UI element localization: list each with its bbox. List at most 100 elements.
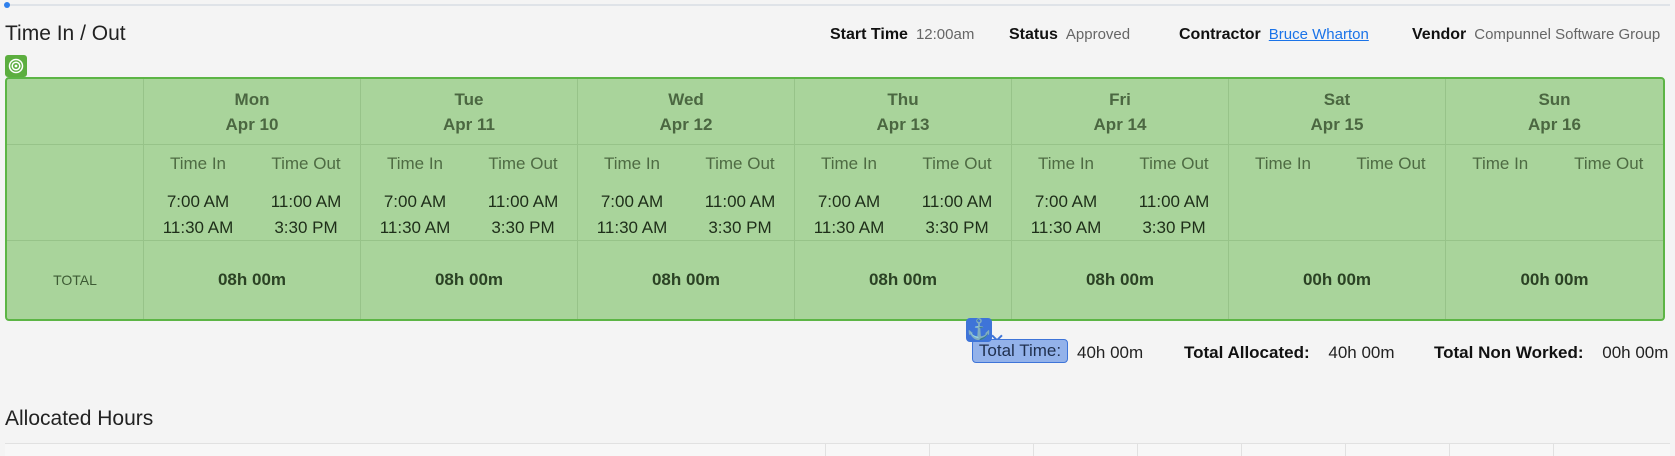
time-out-value <box>1337 223 1445 240</box>
progress-dot <box>4 2 10 8</box>
time-in-label: Time In <box>820 154 878 173</box>
table-col-sep <box>1137 444 1138 456</box>
time-out-label: Time Out <box>922 154 992 173</box>
day-total: 08h 00m <box>1012 241 1229 319</box>
day-total-value: 08h 00m <box>434 270 504 289</box>
day-header: Sun Apr 16 <box>1446 79 1663 145</box>
time-in-value: 7:00 AM <box>383 192 447 212</box>
day-header: Thu Apr 13 <box>795 79 1012 145</box>
total-label-text: TOTAL <box>53 272 97 288</box>
day-date: Apr 10 <box>225 114 279 134</box>
time-out-value <box>1555 206 1664 223</box>
allocated-hours-table <box>5 443 1670 456</box>
time-out-label: Time Out <box>271 154 341 173</box>
time-in-label: Time In <box>386 154 444 173</box>
top-divider <box>6 4 1670 6</box>
day-header: Mon Apr 10 <box>144 79 361 145</box>
contractor-link[interactable]: Bruce Wharton <box>1269 26 1369 43</box>
start-time-label: Start Time <box>830 26 908 43</box>
allocated-hours-title: Allocated Hours <box>5 407 154 430</box>
day-total-value: 08h 00m <box>651 270 721 289</box>
time-entries: Time In Time Out 7:00 AM 11:00 AM 11:30 AM 3:… <box>361 145 578 241</box>
time-in-value: 11:30 AM <box>813 217 885 237</box>
day-header: Tue Apr 11 <box>361 79 578 145</box>
table-col-sep <box>825 444 826 456</box>
time-out-value <box>1337 206 1445 223</box>
time-in-label: Time In <box>1037 154 1095 173</box>
page-title: Time In / Out <box>5 22 126 45</box>
time-entries: Time In Time Out <box>1229 145 1446 241</box>
time-in-value: 7:00 AM <box>600 192 664 212</box>
contractor-field: Contractor Bruce Wharton <box>1179 26 1369 44</box>
time-out-value: 11:00 AM <box>1138 192 1210 212</box>
day-date: Apr 12 <box>659 114 713 134</box>
day-date: Apr 13 <box>876 114 930 134</box>
time-in-value <box>1229 206 1337 223</box>
total-non-worked-label: Total Non Worked: <box>1434 343 1584 362</box>
anchor-icon[interactable]: ⚓ <box>966 318 992 342</box>
total-row-label: TOTAL <box>7 241 144 319</box>
table-col-sep <box>1553 444 1554 456</box>
day-header: Sat Apr 15 <box>1229 79 1446 145</box>
total-time-value: 40h 00m <box>1077 343 1143 363</box>
time-in-value: 11:30 AM <box>162 217 234 237</box>
time-out-value: 3:30 PM <box>1142 217 1206 237</box>
time-grid: Mon Apr 10 Tue Apr 11 Wed Apr 12 Thu Apr 13 Fri A… <box>5 77 1665 321</box>
day-header: Wed Apr 12 <box>578 79 795 145</box>
time-in-label: Time In <box>603 154 661 173</box>
corner-cell <box>7 79 144 145</box>
time-out-label: Time Out <box>1356 154 1426 173</box>
time-out-value: 3:30 PM <box>708 217 772 237</box>
time-in-value: 11:30 AM <box>596 217 668 237</box>
target-icon[interactable] <box>5 55 27 77</box>
day-total: 08h 00m <box>144 241 361 319</box>
time-entries: Time In Time Out <box>1446 145 1663 241</box>
time-out-value: 11:00 AM <box>270 192 342 212</box>
table-col-sep <box>1345 444 1346 456</box>
time-entries: Time In Time Out 7:00 AM 11:00 AM 11:30 AM 3:… <box>1012 145 1229 241</box>
day-total-value: 00h 00m <box>1520 270 1589 289</box>
time-out-value: 11:00 AM <box>704 192 776 212</box>
table-col-sep <box>1449 444 1450 456</box>
day-total: 08h 00m <box>578 241 795 319</box>
day-name: Fri <box>1109 89 1131 109</box>
time-out-value: 11:00 AM <box>921 192 993 212</box>
total-non-worked-value: 00h 00m <box>1602 343 1669 362</box>
day-name: Mon <box>234 89 270 109</box>
day-date: Apr 11 <box>443 114 495 134</box>
day-name: Sun <box>1538 89 1571 109</box>
contractor-label: Contractor <box>1179 26 1261 43</box>
time-out-value: 3:30 PM <box>925 217 989 237</box>
day-total: 00h 00m <box>1229 241 1446 319</box>
time-in-value: 7:00 AM <box>166 192 230 212</box>
day-total: 08h 00m <box>361 241 578 319</box>
time-in-label: Time In <box>169 154 227 173</box>
time-out-label: Time Out <box>705 154 775 173</box>
day-total-value: 08h 00m <box>868 270 938 289</box>
time-out-value: 11:00 AM <box>487 192 559 212</box>
status-field: Status Approved <box>1009 26 1130 44</box>
time-in-label: Time In <box>1254 154 1312 173</box>
total-allocated: Total Allocated: 40h 00m <box>1184 343 1395 363</box>
total-non-worked: Total Non Worked: 00h 00m <box>1434 343 1668 363</box>
time-in-value: 7:00 AM <box>817 192 881 212</box>
day-header: Fri Apr 14 <box>1012 79 1229 145</box>
day-name: Wed <box>668 89 704 109</box>
table-col-sep <box>1033 444 1034 456</box>
day-date: Apr 16 <box>1528 114 1581 134</box>
time-in-value <box>1229 223 1337 240</box>
status-label: Status <box>1009 26 1058 43</box>
start-time-field: Start Time 12:00am <box>830 26 974 44</box>
day-total-value: 08h 00m <box>217 270 287 289</box>
vendor-value: Compunnel Software Group <box>1474 26 1661 43</box>
day-name: Tue <box>454 89 484 109</box>
time-out-value: 3:30 PM <box>491 217 555 237</box>
vendor-label: Vendor <box>1412 26 1467 43</box>
day-name: Thu <box>887 89 919 109</box>
time-in-label: Time In <box>1472 154 1529 173</box>
time-out-label: Time Out <box>1139 154 1209 173</box>
day-total-value: 00h 00m <box>1302 270 1372 289</box>
day-total-value: 08h 00m <box>1085 270 1155 289</box>
time-out-label: Time Out <box>1574 154 1644 173</box>
time-in-value <box>1446 223 1555 240</box>
